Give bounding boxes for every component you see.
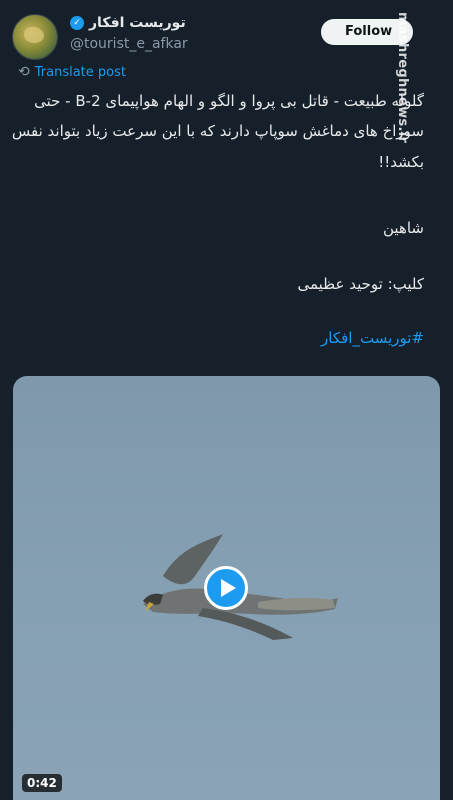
verified-badge-icon: ✓ — [70, 16, 84, 30]
translate-post-link[interactable]: ⟲ Translate post — [18, 64, 126, 80]
tweet-line: کلیپ: توحید عظیمی — [297, 275, 424, 293]
tweet-line: سوراخ های دماغش سوپاپ دارند که با این سر… — [11, 122, 424, 140]
play-button[interactable] — [204, 566, 248, 610]
author-handle[interactable]: @tourist_e_afkar — [70, 36, 188, 52]
hashtag-link[interactable]: #توریست_افکار — [321, 325, 424, 352]
follow-button[interactable]: Follow — [321, 19, 413, 45]
tweet-line: شاهین — [383, 219, 424, 237]
author-name-row[interactable]: ✓ توریست افکار — [70, 15, 186, 31]
tweet-line: گلوله طبیعت - قاتل بی پروا و الگو و الها… — [34, 92, 424, 110]
video-duration: 0:42 — [22, 774, 62, 792]
translate-icon: ⟲ — [18, 64, 30, 80]
author-avatar[interactable] — [12, 14, 58, 60]
author-display-name[interactable]: توریست افکار — [89, 15, 186, 31]
translate-label: Translate post — [34, 64, 126, 80]
video-player[interactable]: 0:42 — [13, 376, 440, 800]
tweet-header: ✓ توریست افکار @tourist_e_afkar Follow m… — [0, 0, 453, 143]
tweet-line: بکشد!! — [378, 153, 424, 171]
